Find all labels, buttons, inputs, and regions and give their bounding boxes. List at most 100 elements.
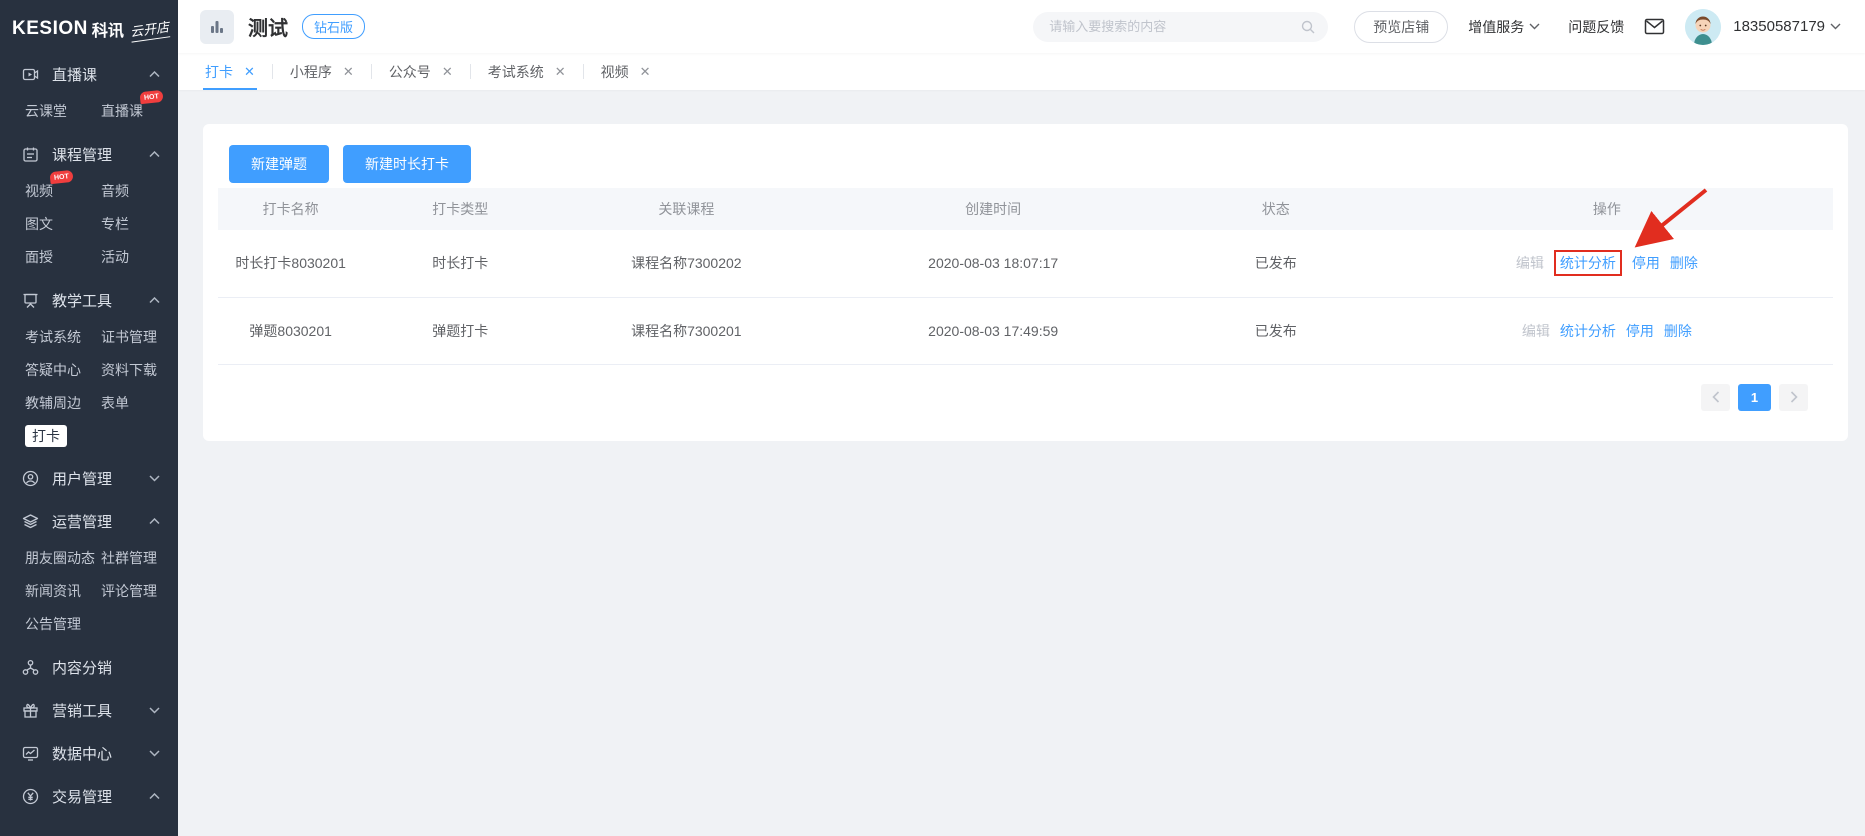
sidebar-item[interactable]: 云课堂 bbox=[25, 95, 73, 128]
sidebar-section-head[interactable]: 数据中心 bbox=[0, 736, 178, 770]
sidebar-section: 直播课云课堂直播课HOT bbox=[0, 57, 178, 128]
chevron-down-icon bbox=[149, 750, 160, 757]
column-header: 创建时间 bbox=[816, 188, 1171, 230]
sidebar-item[interactable]: 活动 bbox=[101, 241, 135, 274]
sidebar-section-head[interactable]: 教学工具 bbox=[0, 283, 178, 317]
sidebar-section-head[interactable]: 内容分销 bbox=[0, 650, 178, 684]
tab-divider bbox=[583, 64, 584, 79]
close-icon[interactable]: ✕ bbox=[343, 64, 354, 80]
header-actions: 预览店铺 增值服务 问题反馈 bbox=[1354, 9, 1841, 45]
hot-badge: HOT bbox=[140, 90, 164, 104]
sidebar-item[interactable]: 表单 bbox=[101, 387, 135, 420]
toolbar: 新建弹题 新建时长打卡 bbox=[218, 145, 1833, 183]
sidebar-item[interactable]: 答疑中心 bbox=[25, 354, 87, 387]
tab-1[interactable]: 打卡 ✕ bbox=[203, 53, 257, 90]
close-icon[interactable]: ✕ bbox=[442, 64, 453, 80]
sidebar-item[interactable]: 打卡 bbox=[25, 425, 67, 447]
sidebar-section-head[interactable]: 营销工具 bbox=[0, 693, 178, 727]
tab-4[interactable]: 考试系统✕ bbox=[486, 53, 568, 90]
sidebar-section: 运营管理朋友圈动态社群管理新闻资讯评论管理公告管理 bbox=[0, 504, 178, 641]
data-icon bbox=[22, 745, 39, 762]
sidebar-item[interactable]: 证书管理 bbox=[101, 321, 163, 354]
trade-icon bbox=[22, 788, 39, 805]
sidebar-section-label: 运营管理 bbox=[52, 511, 112, 532]
sidebar-item[interactable]: 专栏 bbox=[101, 208, 135, 241]
chevron-up-icon bbox=[149, 793, 160, 800]
sidebar-section-label: 课程管理 bbox=[52, 144, 112, 165]
chevron-right-icon[interactable] bbox=[1779, 384, 1808, 411]
tab-2[interactable]: 小程序✕ bbox=[288, 53, 356, 90]
new-duration-checkin-button[interactable]: 新建时长打卡 bbox=[343, 145, 471, 183]
sidebar-section-head[interactable]: 直播课 bbox=[0, 57, 178, 91]
sidebar-item[interactable]: 图文 bbox=[25, 208, 59, 241]
close-icon[interactable]: ✕ bbox=[555, 64, 566, 80]
sidebar-item[interactable]: 资料下载 bbox=[101, 354, 163, 387]
avatar[interactable] bbox=[1685, 9, 1721, 45]
account-menu[interactable]: 18350587179 bbox=[1733, 18, 1841, 35]
edit-link[interactable]: 编辑 bbox=[1522, 321, 1550, 341]
tab-label: 公众号 bbox=[389, 62, 431, 82]
cell-actions: 编辑统计分析停用删除 bbox=[1381, 230, 1833, 297]
sidebar-section: 教学工具考试系统证书管理答疑中心资料下载教辅周边表单打卡 bbox=[0, 283, 178, 452]
tab-5[interactable]: 视频✕ bbox=[599, 53, 653, 90]
tab-3[interactable]: 公众号 ✕ bbox=[387, 53, 455, 90]
edit-link[interactable]: 编辑 bbox=[1516, 253, 1544, 273]
sidebar-item[interactable]: 社群管理 bbox=[101, 542, 163, 575]
logo-text: KESION bbox=[12, 18, 88, 40]
logo-cn-text: 科讯 bbox=[92, 17, 124, 41]
chevron-down-icon bbox=[1830, 23, 1841, 30]
stats-analysis-link[interactable]: 统计分析 bbox=[1560, 321, 1616, 341]
feedback-link[interactable]: 问题反馈 bbox=[1568, 17, 1624, 37]
search-icon[interactable] bbox=[1300, 19, 1316, 35]
disable-link[interactable]: 停用 bbox=[1632, 253, 1660, 273]
sidebar-item[interactable]: 直播课HOT bbox=[101, 95, 149, 128]
brand-logo[interactable]: KESION 科讯 云开店 bbox=[0, 0, 178, 48]
preview-store-button[interactable]: 预览店铺 bbox=[1354, 11, 1448, 43]
column-header: 打卡名称 bbox=[218, 188, 363, 230]
cell-course: 课程名称7300201 bbox=[557, 297, 815, 364]
sidebar-item[interactable]: 教辅周边 bbox=[25, 387, 87, 420]
tab-label: 打卡 bbox=[205, 62, 233, 82]
disable-link[interactable]: 停用 bbox=[1626, 321, 1654, 341]
sidebar-subitems: 考试系统证书管理答疑中心资料下载教辅周边表单打卡 bbox=[0, 321, 178, 452]
sidebar-item[interactable]: 考试系统 bbox=[25, 321, 87, 354]
cell-type: 时长打卡 bbox=[363, 230, 557, 297]
sidebar-item[interactable]: 音频 bbox=[101, 175, 135, 208]
delete-link[interactable]: 删除 bbox=[1664, 321, 1692, 341]
sidebar-item[interactable]: 朋友圈动态 bbox=[25, 542, 101, 575]
sidebar-section-head[interactable]: 课程管理 bbox=[0, 137, 178, 171]
delete-link[interactable]: 删除 bbox=[1670, 253, 1698, 273]
sidebar-section-label: 交易管理 bbox=[52, 786, 112, 807]
chevron-left-icon[interactable] bbox=[1701, 384, 1730, 411]
close-icon[interactable]: ✕ bbox=[640, 64, 651, 80]
cell-created: 2020-08-03 18:07:17 bbox=[816, 230, 1171, 297]
sidebar-section-head[interactable]: 运营管理 bbox=[0, 504, 178, 538]
cell-name: 时长打卡8030201 bbox=[218, 230, 363, 297]
sidebar-item[interactable]: 评论管理 bbox=[101, 575, 163, 608]
page-number-button[interactable]: 1 bbox=[1738, 384, 1771, 411]
main-area: 新建弹题 新建时长打卡 打卡名称打卡类型关联课程创建时间状态操作 时长打卡803… bbox=[178, 90, 1865, 836]
envelope-icon[interactable] bbox=[1644, 18, 1665, 35]
teach-icon bbox=[22, 292, 39, 309]
search-input[interactable] bbox=[1049, 19, 1300, 34]
tab-divider bbox=[470, 64, 471, 79]
sidebar-item[interactable]: 视频HOT bbox=[25, 175, 59, 208]
chevron-up-icon bbox=[149, 151, 160, 158]
cell-status: 已发布 bbox=[1171, 297, 1381, 364]
column-header: 关联课程 bbox=[557, 188, 815, 230]
tab-divider bbox=[272, 64, 273, 79]
account-phone: 18350587179 bbox=[1733, 18, 1825, 35]
sidebar-section-head[interactable]: 用户管理 bbox=[0, 461, 178, 495]
close-icon[interactable]: ✕ bbox=[244, 64, 255, 80]
new-popup-quiz-button[interactable]: 新建弹题 bbox=[229, 145, 329, 183]
sidebar-item[interactable]: 面授 bbox=[25, 241, 59, 274]
cell-course: 课程名称7300202 bbox=[557, 230, 815, 297]
sidebar-item[interactable]: 新闻资讯 bbox=[25, 575, 87, 608]
value-services-menu[interactable]: 增值服务 bbox=[1468, 17, 1540, 37]
global-search[interactable] bbox=[1033, 12, 1328, 42]
sidebar-item[interactable]: 公告管理 bbox=[25, 608, 87, 641]
bar-chart-icon[interactable] bbox=[200, 10, 234, 44]
chevron-up-icon bbox=[149, 518, 160, 525]
stats-analysis-link[interactable]: 统计分析 bbox=[1554, 250, 1622, 276]
sidebar-section-head[interactable]: 交易管理 bbox=[0, 779, 178, 813]
